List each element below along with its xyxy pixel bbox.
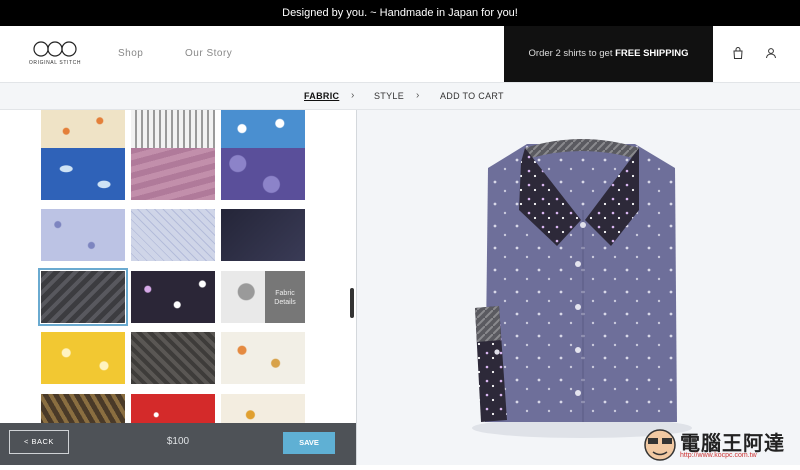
fabric-swatch[interactable] — [131, 271, 215, 323]
step-fabric[interactable]: FABRIC — [304, 91, 339, 101]
action-footer: < BACK $100 SAVE — [0, 423, 357, 465]
promo-banner: Order 2 shirts to get FREE SHIPPING — [504, 26, 713, 82]
fabric-swatch[interactable] — [41, 209, 125, 261]
fabric-panel: Fabric Details — [0, 110, 357, 465]
logo-icon — [33, 41, 77, 57]
scrollbar[interactable] — [350, 288, 354, 318]
fabric-swatch[interactable] — [221, 332, 305, 384]
save-button[interactable]: SAVE — [283, 432, 335, 454]
watermark-url: http://www.kocpc.com.tw — [680, 452, 757, 459]
fabric-swatch[interactable] — [41, 110, 125, 152]
shirt-preview-image — [472, 139, 692, 438]
logo[interactable]: ORIGINAL STITCH — [28, 40, 82, 74]
fabric-swatch[interactable] — [221, 209, 305, 261]
nav-shop[interactable]: Shop — [118, 48, 143, 59]
fabric-swatch[interactable] — [221, 110, 305, 152]
shirt-preview-area — [357, 110, 800, 465]
watermark-face-icon — [644, 429, 676, 461]
fabric-swatch[interactable] — [131, 110, 215, 152]
step-navigation: FABRIC › STYLE › ADD TO CART — [0, 82, 800, 110]
fabric-swatch[interactable] — [41, 148, 125, 200]
step-add-to-cart[interactable]: ADD TO CART — [440, 91, 504, 101]
logo-text: ORIGINAL STITCH — [28, 60, 82, 66]
fabric-swatch[interactable] — [221, 148, 305, 200]
back-button[interactable]: < BACK — [9, 430, 69, 454]
fabric-swatch[interactable] — [131, 209, 215, 261]
site-header: ORIGINAL STITCH Shop Our Story Order 2 s… — [0, 26, 800, 82]
announcement-bar: Designed by you. ~ Handmade in Japan for… — [0, 0, 800, 26]
fabric-swatch[interactable] — [131, 148, 215, 200]
price: $100 — [166, 436, 190, 447]
fabric-swatch[interactable] — [131, 332, 215, 384]
fabric-details-button[interactable]: Fabric Details — [265, 271, 305, 323]
step-style[interactable]: STYLE — [374, 91, 404, 101]
chevron-right-icon: › — [351, 90, 355, 101]
bag-icon[interactable] — [731, 46, 745, 60]
nav-our-story[interactable]: Our Story — [185, 48, 232, 59]
promo-highlight: FREE SHIPPING — [615, 48, 689, 59]
user-icon[interactable] — [764, 46, 778, 60]
fabric-swatch-selected[interactable] — [38, 268, 128, 326]
chevron-right-icon: › — [416, 90, 420, 101]
promo-text: Order 2 shirts to get — [528, 48, 613, 59]
fabric-swatch[interactable] — [41, 332, 125, 384]
